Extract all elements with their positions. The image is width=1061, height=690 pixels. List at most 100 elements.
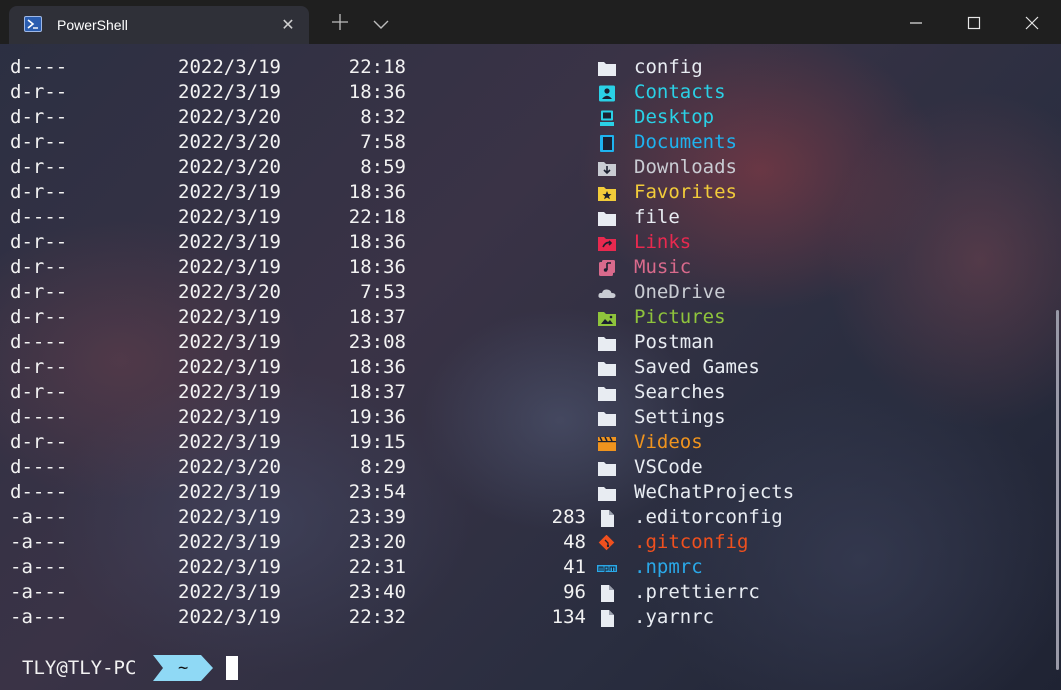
item-date: 2022/3/19: [178, 231, 281, 253]
item-name: .editorconfig: [634, 506, 783, 528]
tab-dropdown-button[interactable]: [373, 16, 389, 29]
item-time: 19:36: [348, 406, 406, 428]
file-icon: [597, 609, 617, 627]
list-item: -a--- 2022/3/19 22:32 134 .yarnrc: [0, 605, 900, 630]
item-name: Documents: [634, 131, 737, 153]
list-item: d-r-- 2022/3/20 8:59 Downloads: [0, 155, 900, 180]
scrollbar[interactable]: [1056, 310, 1059, 670]
item-date: 2022/3/20: [178, 131, 281, 153]
list-item: d-r-- 2022/3/20 8:32 Desktop: [0, 105, 900, 130]
item-date: 2022/3/19: [178, 481, 281, 503]
list-item: -a--- 2022/3/19 23:20 48 .gitconfig: [0, 530, 900, 555]
item-name: config: [634, 56, 703, 78]
folder-icon: [597, 334, 617, 351]
file-icon: [597, 584, 617, 602]
music-folder-icon: [597, 259, 617, 276]
item-date: 2022/3/19: [178, 256, 281, 278]
pictures-folder-icon: [597, 309, 617, 326]
item-time: 8:59: [360, 156, 406, 178]
folder-icon: [597, 459, 617, 476]
documents-folder-icon: [597, 134, 617, 152]
item-name: Downloads: [634, 156, 737, 178]
item-size: 96: [563, 581, 586, 603]
item-date: 2022/3/19: [178, 381, 281, 403]
terminal-output[interactable]: d---- 2022/3/19 22:18 config d-r-- 2022/3/19 1…: [0, 44, 1061, 690]
folder-icon: [597, 359, 617, 376]
item-date: 2022/3/19: [178, 506, 281, 528]
item-mode: d-r--: [10, 381, 68, 403]
item-date: 2022/3/19: [178, 306, 281, 328]
item-mode: d----: [10, 456, 68, 478]
item-time: 22:18: [348, 56, 406, 78]
powershell-icon: [24, 16, 42, 32]
item-mode: -a---: [10, 556, 68, 578]
item-date: 2022/3/19: [178, 56, 281, 78]
item-date: 2022/3/19: [178, 181, 281, 203]
folder-icon: [597, 59, 617, 76]
tab-title: PowerShell: [57, 17, 128, 33]
downloads-folder-icon: [597, 159, 617, 176]
item-mode: -a---: [10, 531, 68, 553]
item-size: 134: [551, 606, 586, 628]
contacts-folder-icon: [597, 84, 617, 102]
item-time: 8:29: [360, 456, 406, 478]
item-mode: -a---: [10, 606, 68, 628]
item-time: 18:36: [348, 256, 406, 278]
list-item: d-r-- 2022/3/19 18:36 Contacts: [0, 80, 900, 105]
tab-powershell[interactable]: PowerShell ✕: [9, 6, 309, 44]
list-item: d---- 2022/3/19 22:18 config: [0, 55, 900, 80]
maximize-icon: [967, 16, 981, 30]
item-name: Pictures: [634, 306, 726, 328]
item-mode: d-r--: [10, 306, 68, 328]
item-size: 48: [563, 531, 586, 553]
item-name: Saved Games: [634, 356, 760, 378]
new-tab-button[interactable]: [330, 12, 350, 32]
plus-icon: [332, 14, 348, 30]
item-name: WeChatProjects: [634, 481, 795, 503]
item-name: Searches: [634, 381, 726, 403]
item-name: .gitconfig: [634, 531, 749, 553]
prompt-user-host: TLY@TLY-PC: [22, 657, 137, 679]
item-mode: d-r--: [10, 256, 68, 278]
item-time: 8:32: [360, 106, 406, 128]
videos-folder-icon: [597, 434, 617, 451]
item-mode: d----: [10, 481, 68, 503]
item-date: 2022/3/19: [178, 406, 281, 428]
item-name: VSCode: [634, 456, 703, 478]
list-item: d---- 2022/3/19 19:36 Settings: [0, 405, 900, 430]
item-date: 2022/3/19: [178, 81, 281, 103]
item-mode: d-r--: [10, 231, 68, 253]
close-tab-button[interactable]: ✕: [279, 16, 297, 34]
close-icon: [1025, 16, 1039, 30]
item-name: Postman: [634, 331, 715, 353]
minimize-button[interactable]: [887, 0, 945, 44]
item-time: 22:18: [348, 206, 406, 228]
item-time: 18:36: [348, 181, 406, 203]
close-icon: ✕: [281, 15, 295, 34]
minimize-icon: [910, 22, 922, 24]
item-time: 23:39: [348, 506, 406, 528]
item-time: 7:53: [360, 281, 406, 303]
item-mode: d-r--: [10, 131, 68, 153]
item-date: 2022/3/20: [178, 456, 281, 478]
item-name: file: [634, 206, 680, 228]
item-time: 18:36: [348, 356, 406, 378]
item-mode: d----: [10, 206, 68, 228]
list-item: d-r-- 2022/3/19 18:36 Saved Games: [0, 355, 900, 380]
item-mode: -a---: [10, 581, 68, 603]
item-mode: d-r--: [10, 81, 68, 103]
git-icon: [597, 534, 617, 551]
item-date: 2022/3/19: [178, 581, 281, 603]
maximize-button[interactable]: [945, 0, 1003, 44]
item-time: 7:58: [360, 131, 406, 153]
item-name: Music: [634, 256, 692, 278]
chevron-down-icon: [373, 20, 389, 29]
close-window-button[interactable]: [1003, 0, 1061, 44]
item-date: 2022/3/19: [178, 206, 281, 228]
item-name: Desktop: [634, 106, 715, 128]
item-mode: d-r--: [10, 181, 68, 203]
item-time: 23:08: [348, 331, 406, 353]
item-time: 18:36: [348, 231, 406, 253]
item-name: .yarnrc: [634, 606, 715, 628]
item-time: 23:20: [348, 531, 406, 553]
